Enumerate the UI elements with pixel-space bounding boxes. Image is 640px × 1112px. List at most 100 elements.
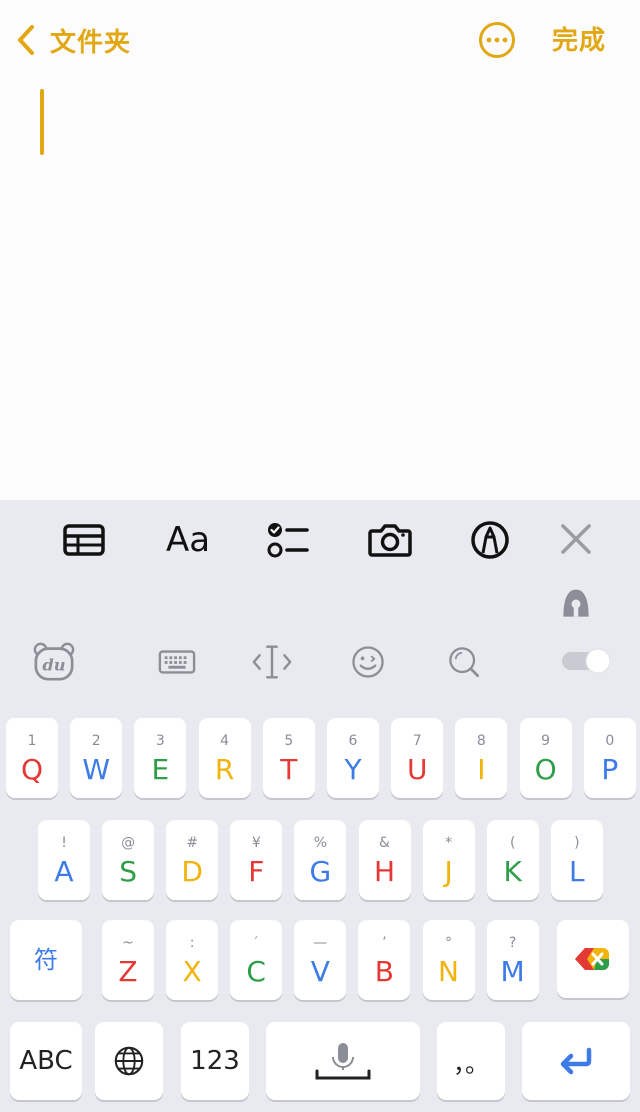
key-secondary-label: ° — [445, 935, 452, 951]
keyboard-region: Aa du 1 Q 2 W 3 E 4 R 5 T 6 Y 7 U 8 I 9 … — [0, 500, 640, 1112]
key-u[interactable]: 7U — [391, 718, 444, 798]
key-i[interactable]: 8I — [455, 718, 508, 798]
key-primary-label: E — [151, 753, 170, 786]
key-secondary-label: & — [379, 835, 390, 851]
key-v[interactable]: — V — [294, 920, 347, 1000]
search-button[interactable] — [442, 640, 486, 684]
key-g[interactable]: % G — [294, 820, 347, 900]
table-button[interactable] — [60, 518, 108, 562]
key-secondary-label: ’ — [382, 935, 387, 951]
cursor-move-button[interactable] — [250, 640, 294, 684]
table-icon — [63, 524, 105, 556]
key-secondary-label: * — [445, 835, 453, 851]
key-q[interactable]: 1Q — [6, 718, 58, 798]
note-text-area[interactable] — [0, 80, 640, 500]
key-o[interactable]: 9O — [519, 718, 572, 798]
key-primary-label: Q — [20, 753, 44, 786]
more-circle-icon — [479, 22, 515, 58]
key-primary-label: O — [534, 753, 557, 786]
text-cursor — [40, 89, 44, 155]
checklist-button[interactable] — [264, 518, 312, 562]
key-x[interactable]: :X — [166, 920, 219, 1000]
key-secondary-label: 8 — [476, 733, 486, 749]
key-p[interactable]: 0P — [583, 718, 636, 798]
close-toolbar-button[interactable] — [552, 518, 600, 562]
key-h[interactable]: & H — [358, 820, 411, 900]
back-button[interactable]: 文件夹 — [12, 20, 131, 60]
key-f[interactable]: ¥ F — [230, 820, 283, 900]
key-primary-label: A — [54, 855, 74, 888]
key-secondary-label: ¥ — [251, 835, 261, 851]
key-c[interactable]: ′ C — [230, 920, 283, 1000]
key-secondary-label: — — [313, 935, 328, 951]
delete-icon — [575, 948, 609, 970]
key-a[interactable]: ! A — [38, 820, 90, 900]
abc-key[interactable]: ABC — [10, 1022, 82, 1100]
toggle-switch[interactable] — [560, 646, 614, 676]
key-j[interactable]: * J — [422, 820, 475, 900]
return-icon — [560, 1047, 592, 1075]
chevron-left-icon — [18, 25, 34, 55]
camera-button[interactable] — [366, 518, 414, 562]
number-key[interactable]: 123 — [181, 1022, 249, 1100]
key-b[interactable]: ’ B — [358, 920, 411, 1000]
key-secondary-label: ? — [508, 935, 517, 951]
checklist-icon — [267, 523, 309, 558]
space-key[interactable] — [266, 1022, 420, 1100]
key-secondary-label: 0 — [605, 733, 615, 749]
key-secondary-label: 4 — [220, 733, 230, 749]
du-logo-button[interactable]: du — [30, 640, 78, 684]
key-s[interactable]: @ S — [102, 820, 155, 900]
abc-key-label: ABC — [19, 1046, 73, 1076]
keyboard-switch-button[interactable] — [156, 642, 198, 682]
more-button[interactable] — [478, 21, 516, 59]
number-key-label: 123 — [190, 1046, 240, 1076]
globe-key[interactable] — [95, 1022, 163, 1100]
key-r[interactable]: 4R — [198, 718, 251, 798]
markup-button[interactable] — [466, 518, 514, 562]
key-k[interactable]: (K — [486, 820, 539, 900]
key-z[interactable]: ~ Z — [102, 920, 154, 1000]
emoji-icon — [352, 646, 384, 678]
key-secondary-label: ) — [574, 835, 580, 851]
cursor-move-icon — [252, 645, 292, 679]
key-primary-label: B — [374, 955, 394, 988]
markup-pen-icon — [471, 521, 509, 559]
back-label: 文件夹 — [50, 27, 132, 58]
text-format-icon: Aa — [165, 520, 211, 560]
return-key[interactable] — [522, 1022, 630, 1100]
key-primary-label: R — [214, 753, 235, 786]
punctuation-key[interactable]: ，。 — [437, 1022, 505, 1100]
key-primary-label: K — [503, 855, 522, 888]
text-format-button[interactable]: Aa — [162, 518, 214, 562]
key-secondary-label: : — [189, 935, 195, 951]
key-n[interactable]: ° N — [422, 920, 475, 1000]
assistant-button[interactable] — [556, 584, 596, 624]
key-primary-label: X — [182, 955, 202, 988]
key-w[interactable]: 2W — [70, 718, 123, 798]
key-primary-label: C — [246, 955, 266, 988]
key-m[interactable]: ? M — [486, 920, 539, 1000]
search-icon — [449, 647, 479, 677]
key-secondary-label: % — [313, 835, 328, 851]
key-primary-label: G — [309, 855, 332, 888]
ime-function-bar: du — [0, 578, 640, 708]
du-logo-icon: du — [33, 642, 75, 681]
key-y[interactable]: 6Y — [327, 718, 379, 798]
symbol-key[interactable]: 符 — [10, 920, 82, 1000]
key-e[interactable]: 3E — [134, 718, 187, 798]
svg-text:du: du — [42, 656, 65, 675]
done-button[interactable]: 完成 — [552, 20, 606, 57]
toggle-switch-icon — [562, 648, 611, 674]
key-d[interactable]: # D — [166, 820, 219, 900]
key-primary-label: F — [248, 855, 265, 888]
key-l[interactable]: ) L — [550, 820, 603, 900]
key-secondary-label: ! — [61, 835, 67, 851]
key-primary-label: U — [406, 753, 428, 786]
format-toolbar: Aa — [0, 500, 640, 578]
delete-key[interactable] — [557, 920, 629, 998]
key-t[interactable]: 5T — [262, 718, 315, 798]
key-secondary-label: ( — [509, 835, 516, 851]
key-primary-label: S — [119, 855, 137, 888]
emoji-button[interactable] — [346, 640, 390, 684]
